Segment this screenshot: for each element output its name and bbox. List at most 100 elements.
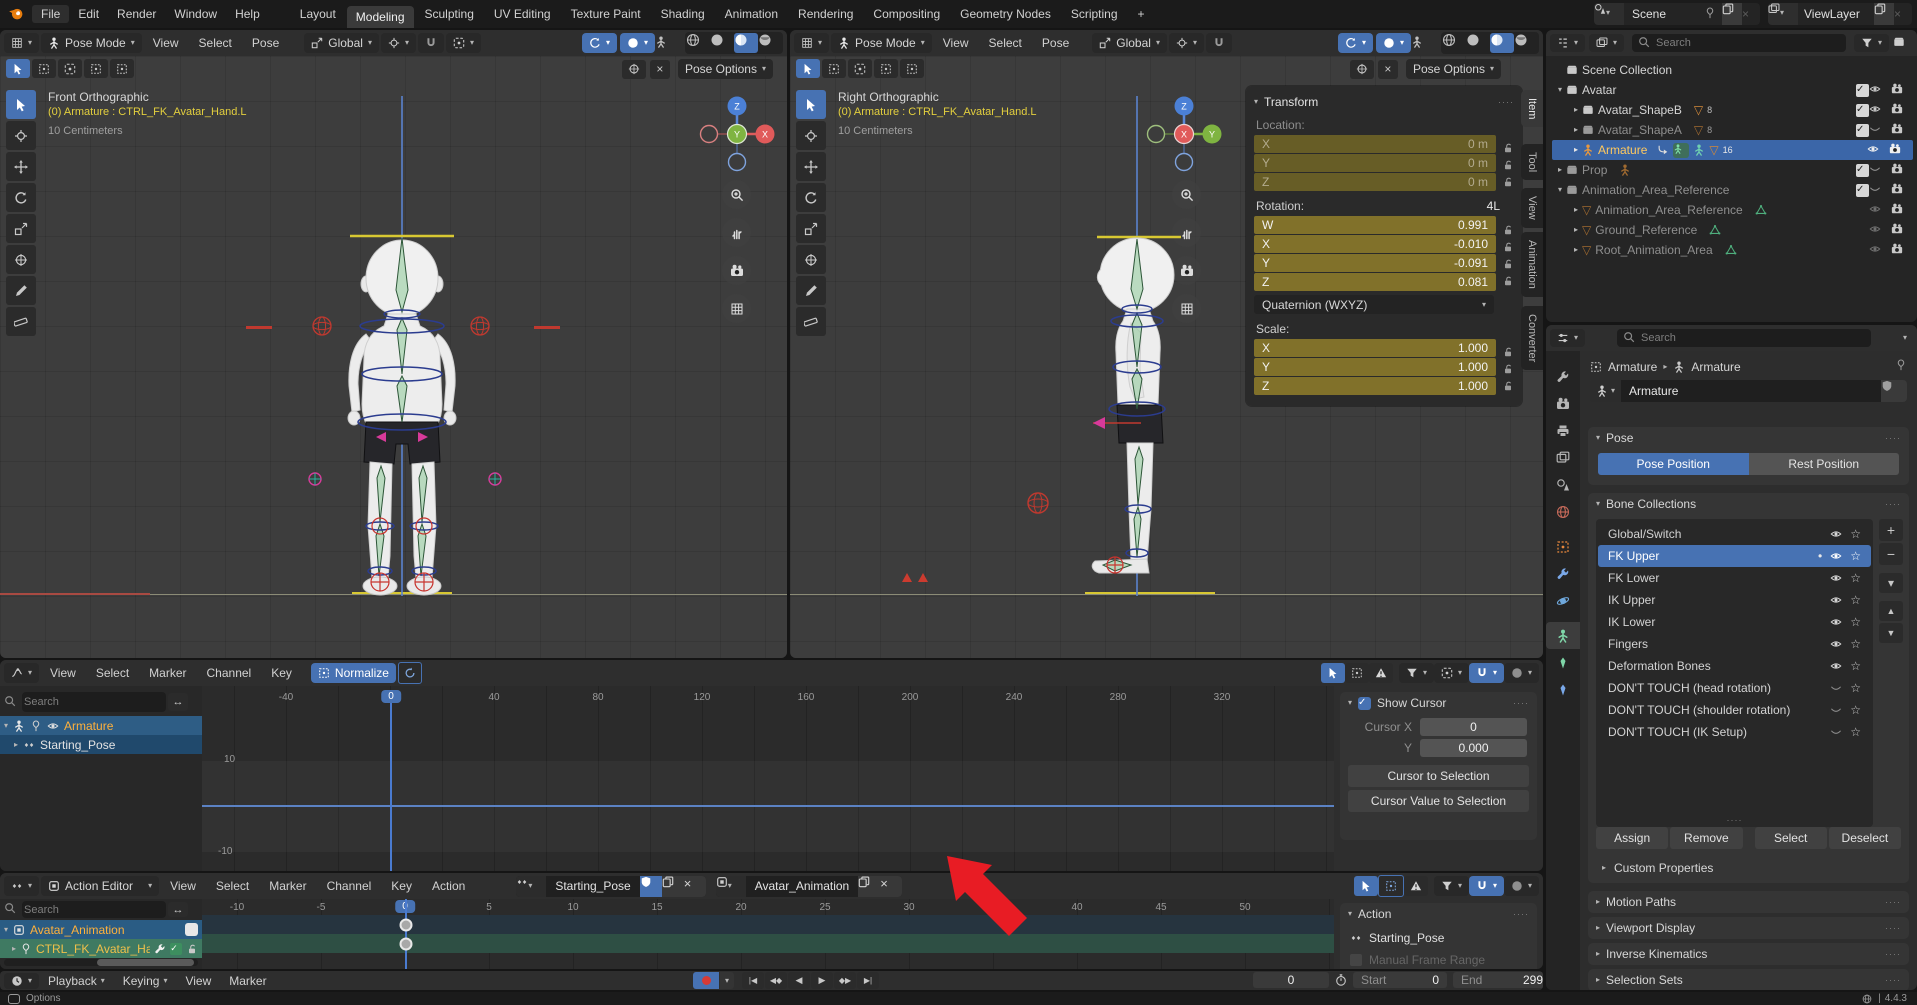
editor-type-button[interactable]: ▾: [4, 973, 39, 989]
axis-gizmo[interactable]: Z Y X: [1142, 92, 1226, 176]
select-lasso-button[interactable]: [84, 59, 108, 78]
hide-eye-icon[interactable]: [1869, 123, 1891, 138]
only-selected-pointer-toggle[interactable]: [1321, 663, 1345, 683]
menu-edit[interactable]: Edit: [69, 7, 108, 21]
scene-selector[interactable]: ▾ Scene ×: [1594, 3, 1760, 25]
show-gizmo-toggle[interactable]: ▾: [582, 33, 617, 53]
editor-type-button[interactable]: ▾: [4, 876, 39, 896]
use-preview-range-icon[interactable]: [1335, 974, 1347, 986]
motion-paths-panel[interactable]: ▸Motion Paths····: [1588, 891, 1909, 913]
menu-marker[interactable]: Marker: [140, 666, 195, 680]
select-box-button[interactable]: [32, 59, 56, 78]
expand-icon[interactable]: ▸: [1574, 146, 1578, 154]
show-overlays-toggle[interactable]: ▾: [620, 33, 655, 53]
mode-selector[interactable]: Pose Mode▾: [831, 33, 932, 53]
playhead-line[interactable]: [405, 899, 407, 969]
zoom-icon[interactable]: [1172, 180, 1201, 209]
action-icon[interactable]: ▾: [516, 876, 546, 897]
lock-icon[interactable]: [1502, 363, 1514, 375]
summary-track[interactable]: [202, 915, 1334, 934]
breadcrumb-object[interactable]: Armature: [1608, 360, 1657, 374]
hide-eye-icon[interactable]: [1867, 143, 1889, 158]
channel-starting-pose[interactable]: ▸ Starting_Pose: [0, 735, 202, 754]
custom-properties-panel[interactable]: ▸Custom Properties: [1602, 857, 1901, 879]
pose-position-button[interactable]: Pose Position: [1598, 453, 1749, 475]
viewport-display-panel[interactable]: ▸Viewport Display····: [1588, 917, 1909, 939]
bone-collection-row[interactable]: DON'T TOUCH (shoulder rotation)☆: [1598, 699, 1871, 721]
properties-search-input[interactable]: [1639, 328, 1865, 348]
lock-icon[interactable]: [1502, 346, 1514, 358]
transform-orientation-selector[interactable]: Global▾: [1092, 33, 1167, 53]
tool-cursor[interactable]: [6, 121, 36, 150]
menu-window[interactable]: Window: [165, 7, 226, 21]
editor-type-button[interactable]: ▾: [794, 33, 829, 53]
hide-eye-icon[interactable]: [1869, 103, 1891, 118]
tab-tool[interactable]: [1546, 363, 1580, 390]
channel-search-input[interactable]: [22, 901, 166, 918]
add-collection-button[interactable]: +: [1879, 519, 1903, 541]
location-z-field[interactable]: Z0 m: [1254, 173, 1496, 191]
viewlayer-icon[interactable]: ▾: [1768, 3, 1798, 25]
options-dropdown[interactable]: ▾: [1903, 334, 1907, 342]
tool-scale[interactable]: [796, 214, 826, 243]
show-hidden-toggle[interactable]: [1378, 875, 1404, 897]
tool-select-box[interactable]: [6, 90, 36, 119]
scale-z-field[interactable]: Z1.000: [1254, 377, 1496, 395]
expand-icon[interactable]: ▸: [1574, 206, 1578, 214]
select-circle-button[interactable]: [848, 59, 872, 78]
menu-view[interactable]: View: [934, 36, 978, 50]
outliner-row-root-animation-area[interactable]: ▸ ▽ Root_Animation_Area: [1552, 240, 1915, 260]
assign-button[interactable]: Assign: [1596, 827, 1668, 849]
auto-key-dropdown[interactable]: ▾: [720, 972, 734, 989]
solo-star-icon[interactable]: ☆: [1850, 725, 1861, 739]
menu-playback[interactable]: Playback▾: [39, 974, 114, 988]
exclude-checkbox[interactable]: ✓: [1856, 104, 1869, 117]
mode-selector[interactable]: Pose Mode▾: [41, 33, 142, 53]
rotation-mode-dropdown[interactable]: Quaternion (WXYZ)▾: [1254, 295, 1494, 314]
outliner-row-ground-reference[interactable]: ▸ ▽ Ground_Reference: [1552, 220, 1915, 240]
menu-select[interactable]: Select: [207, 879, 258, 893]
menu-action[interactable]: Action: [423, 879, 474, 893]
new-collection-button[interactable]: [1893, 36, 1913, 51]
action-panel-name[interactable]: Starting_Pose: [1369, 931, 1444, 945]
viewport-front-canvas[interactable]: × Pose Options▾ Front Orthographic (0) A…: [0, 56, 787, 658]
cursor-value-to-selection-button[interactable]: Cursor Value to Selection: [1348, 790, 1529, 812]
tab-world[interactable]: [1546, 498, 1580, 525]
hide-eye-icon[interactable]: [1869, 243, 1891, 258]
filter-dropdown[interactable]: ▾: [1434, 876, 1469, 896]
shading-rendered-button[interactable]: [758, 33, 782, 53]
tool-measure[interactable]: [796, 307, 826, 336]
menu-select[interactable]: Select: [190, 36, 241, 50]
viewport-right-canvas[interactable]: × Pose Options▾ Right Orthographic (0) A…: [790, 56, 1543, 658]
proportional-edit-dropdown[interactable]: ▾: [1504, 876, 1539, 896]
bone-collections-title[interactable]: Bone Collections: [1606, 497, 1696, 511]
jump-to-end-button[interactable]: ▶|: [857, 972, 879, 989]
tool-select-box[interactable]: [796, 90, 826, 119]
outliner-row-avatar[interactable]: ▾ Avatar ✓: [1552, 80, 1915, 100]
deselect-button[interactable]: Deselect: [1829, 827, 1901, 849]
tab-object-data[interactable]: [1546, 622, 1580, 649]
solo-star-icon[interactable]: ☆: [1850, 593, 1861, 607]
tab-texture-paint[interactable]: Texture Paint: [562, 7, 650, 21]
lock-icon[interactable]: [1502, 380, 1514, 392]
menu-view[interactable]: View: [41, 666, 85, 680]
scale-y-field[interactable]: Y1.000: [1254, 358, 1496, 376]
select-button[interactable]: Select: [1755, 827, 1827, 849]
slot-icon[interactable]: ▾: [716, 876, 746, 897]
shading-solid-button[interactable]: [1466, 33, 1490, 53]
tab-layout[interactable]: Layout: [291, 7, 345, 21]
playhead-line[interactable]: [390, 694, 392, 871]
editor-type-button[interactable]: ▾: [1550, 329, 1585, 347]
select-circle-button[interactable]: [58, 59, 82, 78]
exclude-checkbox[interactable]: ✓: [1856, 184, 1869, 197]
move-down-button[interactable]: ▼: [1879, 623, 1903, 643]
tool-scale[interactable]: [6, 214, 36, 243]
tool-icon-button[interactable]: [622, 60, 646, 79]
viewlayer-name[interactable]: ViewLayer: [1798, 7, 1874, 21]
rotation-z-field[interactable]: Z0.081: [1254, 273, 1496, 291]
rest-position-button[interactable]: Rest Position: [1749, 453, 1900, 475]
rotation-y-field[interactable]: Y-0.091: [1254, 254, 1496, 272]
tab-object[interactable]: [1546, 533, 1580, 560]
hide-eye-icon[interactable]: [1869, 223, 1891, 238]
menu-view[interactable]: View: [144, 36, 188, 50]
